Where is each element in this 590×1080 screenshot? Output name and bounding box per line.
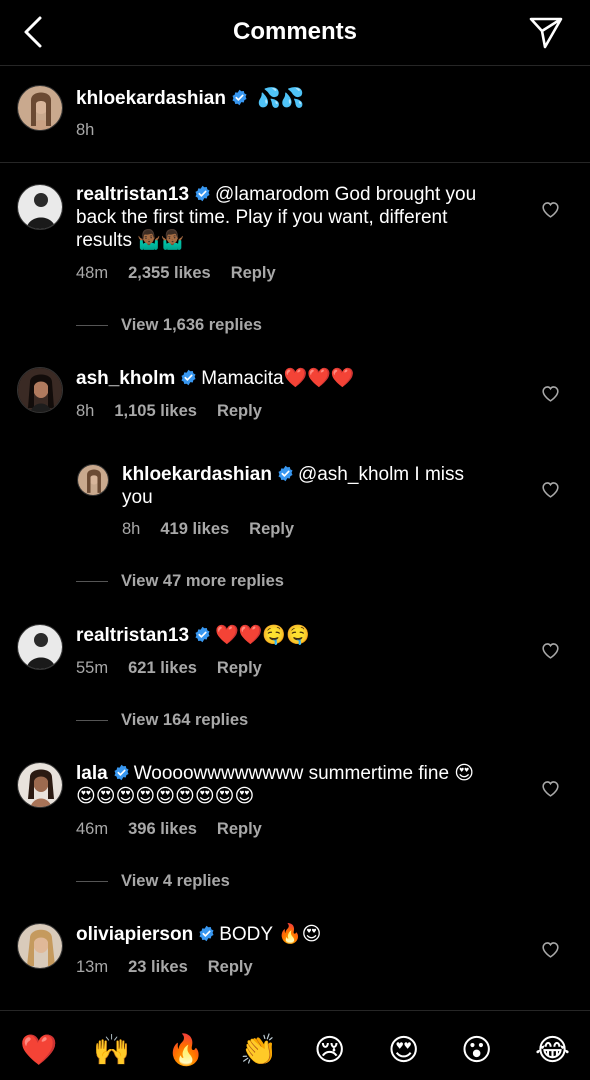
- reply-button[interactable]: Reply: [249, 520, 294, 538]
- emoji-laughing-button[interactable]: 😂: [535, 1035, 570, 1067]
- emoji-reaction-bar: ❤️ 🙌 🔥 👏 😢 😍 😮 😂: [0, 1010, 590, 1080]
- view-replies-button[interactable]: View 47 more replies: [76, 572, 284, 591]
- divider: [76, 325, 108, 327]
- comment-text: @ash_kholm I miss: [297, 464, 465, 485]
- comment-text: back the first time. Play if you want, d…: [76, 207, 448, 228]
- avatar[interactable]: [17, 367, 63, 413]
- divider: [76, 720, 108, 722]
- timestamp: 48m: [76, 264, 109, 282]
- emoji-clapping-button[interactable]: 👏: [240, 1035, 277, 1067]
- timestamp: 46m: [76, 820, 109, 838]
- comment-text: you: [122, 487, 153, 508]
- like-heart-icon[interactable]: [541, 642, 560, 659]
- page-title: Comments: [232, 18, 358, 45]
- timestamp: 8h: [76, 402, 95, 420]
- like-heart-icon[interactable]: [541, 481, 560, 498]
- emoji-raising-hands-button[interactable]: 🙌: [93, 1035, 130, 1067]
- comment-text: results 🤷🏾‍♂️🤷🏾‍♂️: [76, 230, 185, 251]
- divider: [76, 881, 108, 883]
- username[interactable]: khloekardashian: [122, 464, 272, 485]
- verified-badge-icon: [194, 626, 211, 643]
- header: Comments: [0, 0, 590, 66]
- like-heart-icon[interactable]: [541, 941, 560, 958]
- view-replies-button[interactable]: View 4 replies: [76, 872, 230, 891]
- username[interactable]: realtristan13: [76, 184, 189, 205]
- comment-text: ❤️❤️🤤🤤: [215, 625, 310, 646]
- view-replies-label: View 47 more replies: [121, 572, 284, 590]
- comment-text: Mamacita❤️❤️❤️: [201, 368, 355, 389]
- verified-badge-icon: [198, 925, 215, 942]
- avatar[interactable]: [17, 85, 63, 131]
- timestamp: 8h: [122, 520, 141, 538]
- username[interactable]: lala: [76, 763, 108, 784]
- like-heart-icon[interactable]: [541, 385, 560, 402]
- verified-badge-icon: [180, 369, 197, 386]
- comment-text: BODY 🔥😍: [219, 924, 322, 945]
- reply-button[interactable]: Reply: [217, 820, 262, 838]
- verified-badge-icon: [194, 185, 211, 202]
- like-heart-icon[interactable]: [541, 780, 560, 797]
- username[interactable]: khloekardashian: [76, 88, 226, 109]
- emoji-fire-button[interactable]: 🔥: [167, 1035, 204, 1067]
- avatar[interactable]: [17, 624, 63, 670]
- likes-count[interactable]: 1,105 likes: [114, 402, 197, 420]
- likes-count[interactable]: 419 likes: [160, 520, 229, 538]
- view-replies-button[interactable]: View 1,636 replies: [76, 316, 262, 335]
- comment-text: Woooowwwwwwww summertime fine 😍: [133, 763, 475, 784]
- like-heart-icon[interactable]: [541, 201, 560, 218]
- timestamp: 55m: [76, 659, 109, 677]
- caption: khloekardashian 💦💦 8h: [0, 66, 590, 163]
- likes-count[interactable]: 621 likes: [128, 659, 197, 677]
- timestamp: 13m: [76, 958, 109, 976]
- reply-button[interactable]: Reply: [208, 958, 253, 976]
- emoji-heart-eyes-button[interactable]: 😍: [388, 1035, 419, 1067]
- comment-text: @lamarodom God brought you: [215, 184, 477, 205]
- reply-button[interactable]: Reply: [217, 402, 262, 420]
- view-replies-label: View 1,636 replies: [121, 316, 262, 334]
- likes-count[interactable]: 396 likes: [128, 820, 197, 838]
- view-replies-label: View 164 replies: [121, 711, 249, 729]
- comment-text: 😍😍😍😍😍😍😍😍😍: [76, 786, 255, 807]
- avatar[interactable]: [77, 464, 109, 496]
- reply-button[interactable]: Reply: [231, 264, 276, 282]
- likes-count[interactable]: 2,355 likes: [128, 264, 211, 282]
- divider: [76, 581, 108, 583]
- username[interactable]: oliviapierson: [76, 924, 193, 945]
- verified-badge-icon: [231, 89, 248, 106]
- avatar[interactable]: [17, 184, 63, 230]
- likes-count[interactable]: 23 likes: [128, 958, 188, 976]
- view-replies-label: View 4 replies: [121, 872, 230, 890]
- username[interactable]: ash_kholm: [76, 368, 175, 389]
- reply-button[interactable]: Reply: [217, 659, 262, 677]
- verified-badge-icon: [277, 465, 294, 482]
- verified-badge-icon: [113, 764, 130, 781]
- username[interactable]: realtristan13: [76, 625, 189, 646]
- avatar[interactable]: [17, 923, 63, 969]
- emoji-surprised-button[interactable]: 😮: [461, 1035, 492, 1067]
- emoji-heart-button[interactable]: ❤️: [20, 1035, 57, 1067]
- avatar[interactable]: [17, 762, 63, 808]
- emoji-crying-button[interactable]: 😢: [314, 1035, 345, 1067]
- caption-text: 💦💦: [257, 88, 305, 109]
- view-replies-button[interactable]: View 164 replies: [76, 711, 248, 730]
- timestamp: 8h: [76, 121, 95, 139]
- paper-plane-icon[interactable]: [528, 16, 564, 50]
